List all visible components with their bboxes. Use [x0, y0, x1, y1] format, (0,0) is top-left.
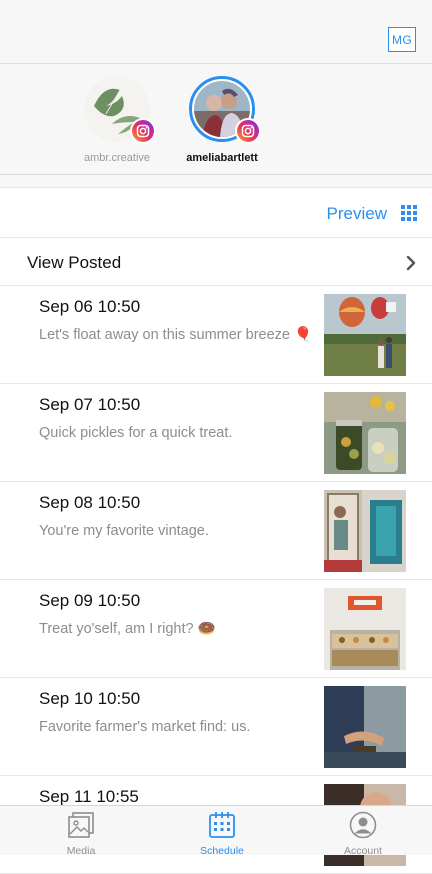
- instagram-icon: [235, 118, 261, 144]
- tab-schedule[interactable]: Schedule: [167, 810, 277, 857]
- post-date: Sep 11 10:55: [39, 787, 139, 806]
- post-thumbnail: [324, 490, 406, 572]
- tab-media[interactable]: Media: [26, 810, 136, 857]
- bottom-tab-bar: Media Schedule Account: [0, 805, 432, 857]
- post-date: Sep 07 10:50: [39, 395, 141, 414]
- list-item[interactable]: Sep 06 10:50 Let's float away on this su…: [0, 286, 432, 384]
- list-item[interactable]: Sep 08 10:50 You're my favorite vintage.: [0, 482, 432, 580]
- post-thumbnail: [324, 294, 406, 376]
- post-caption: Let's float away on this summer breeze 🎈: [39, 327, 313, 343]
- tab-label: Media: [66, 845, 96, 857]
- view-posted-label: View Posted: [27, 253, 122, 272]
- post-date: Sep 08 10:50: [39, 493, 141, 512]
- instagram-icon: [130, 118, 156, 144]
- list-item[interactable]: Sep 09 10:50 Treat yo'self, am I right? …: [0, 580, 432, 678]
- post-date: Sep 10 10:50: [39, 689, 141, 708]
- tab-account[interactable]: Account: [308, 810, 418, 857]
- list-item[interactable]: Sep 07 10:50 Quick pickles for a quick t…: [0, 384, 432, 482]
- account-icon: [349, 811, 377, 839]
- top-bar: MG: [0, 0, 432, 64]
- media-icon: [68, 812, 94, 838]
- account-name: ambr.creative: [83, 152, 151, 164]
- post-thumbnail: [324, 588, 406, 670]
- account-ambr-creative[interactable]: ambr.creative: [62, 76, 172, 164]
- post-thumbnail: [324, 686, 406, 768]
- post-caption: Quick pickles for a quick treat.: [39, 425, 233, 441]
- chevron-right-icon: [406, 255, 416, 271]
- user-initials-button[interactable]: MG: [388, 27, 416, 52]
- post-date: Sep 09 10:50: [39, 591, 141, 610]
- preview-button[interactable]: Preview: [327, 204, 387, 224]
- tab-label: Account: [344, 845, 382, 857]
- post-caption: Favorite farmer's market find: us.: [39, 719, 251, 735]
- post-date: Sep 06 10:50: [39, 297, 141, 316]
- view-posted-row[interactable]: View Posted: [0, 238, 432, 286]
- list-item[interactable]: Sep 10 10:50 Favorite farmer's market fi…: [0, 678, 432, 776]
- grid-view-icon[interactable]: [401, 205, 417, 221]
- account-name: ameliabartlett: [186, 152, 258, 164]
- post-caption: Treat yo'self, am I right? 🍩: [39, 621, 216, 637]
- scheduled-posts-list: Sep 06 10:50 Let's float away on this su…: [0, 286, 432, 874]
- preview-toolbar: Preview: [0, 188, 432, 238]
- section-divider: [0, 174, 432, 188]
- post-thumbnail: [324, 392, 406, 474]
- account-switcher: ambr.creative ameliabartlett: [0, 64, 432, 174]
- post-caption: You're my favorite vintage.: [39, 523, 209, 539]
- account-ameliabartlett[interactable]: ameliabartlett: [167, 76, 277, 164]
- tab-label: Schedule: [200, 845, 244, 857]
- calendar-icon: [209, 812, 235, 838]
